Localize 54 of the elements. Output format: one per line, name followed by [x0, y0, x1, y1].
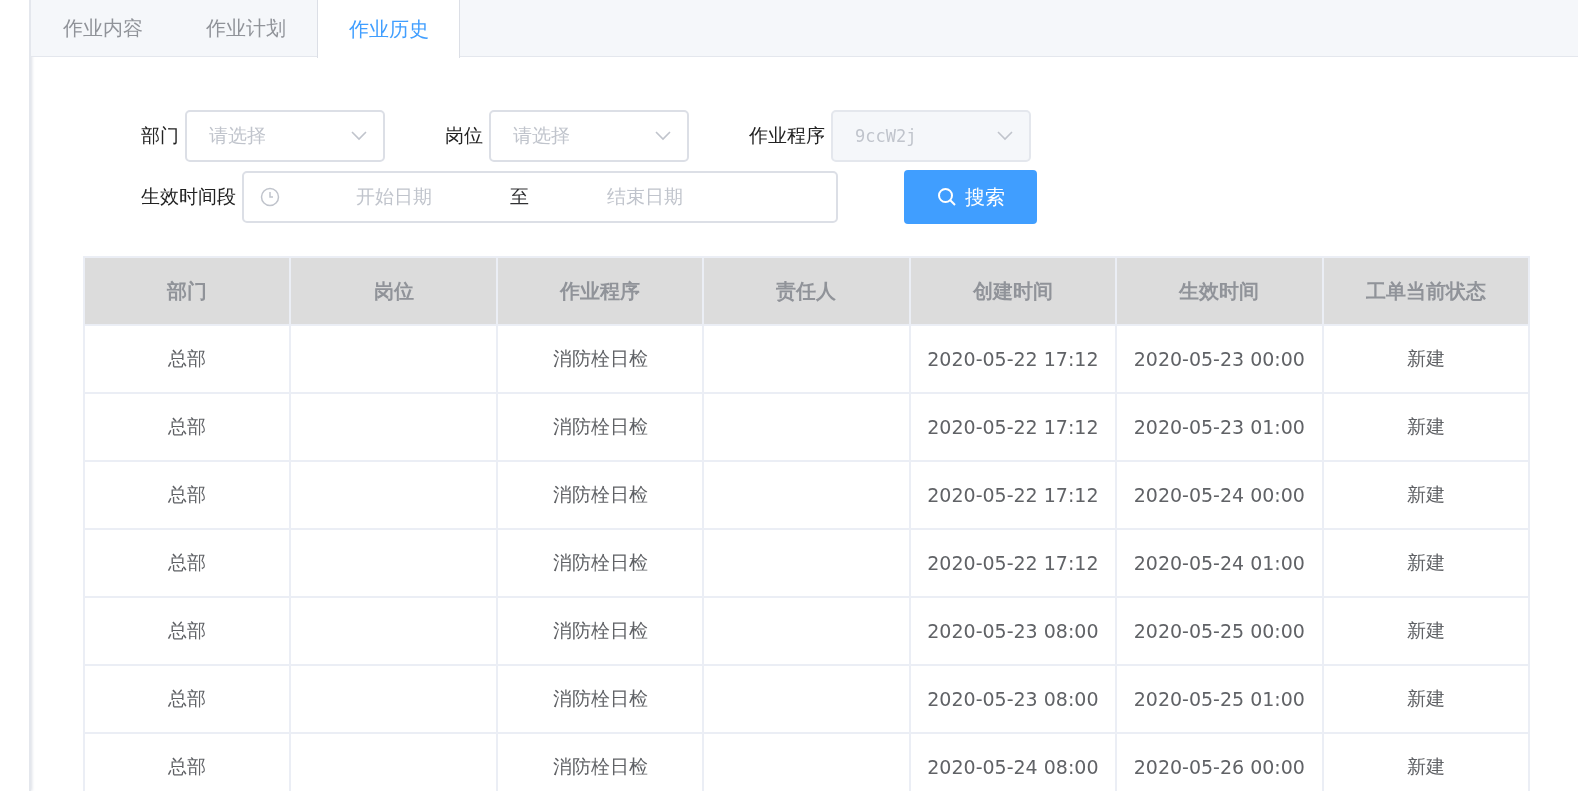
- select-field[interactable]: 请选择: [185, 110, 385, 162]
- table-cell: 消防栓日检: [496, 461, 704, 529]
- column-header: 岗位: [290, 257, 497, 325]
- chevron-down-icon: [351, 131, 367, 141]
- table-cell: 总部: [84, 325, 291, 393]
- table-cell: 总部: [84, 597, 291, 665]
- column-header: 生效时间: [1116, 257, 1323, 325]
- field-label: 作业程序: [749, 123, 825, 148]
- table-cell: 消防栓日检: [496, 665, 704, 733]
- table-cell: 2020-05-22 17:12: [909, 461, 1117, 529]
- column-header: 责任人: [703, 257, 910, 325]
- table-cell: 2020-05-22 17:12: [909, 393, 1117, 461]
- table-cell: 新建: [1322, 529, 1529, 597]
- table-cell: 2020-05-23 08:00: [909, 597, 1117, 665]
- select-field[interactable]: 请选择: [489, 110, 689, 162]
- column-header: 创建时间: [909, 257, 1117, 325]
- table-cell: 2020-05-24 00:00: [1116, 461, 1323, 529]
- column-header: 作业程序: [496, 257, 704, 325]
- chevron-down-icon: [997, 131, 1013, 141]
- table-cell: 新建: [1322, 665, 1529, 733]
- tab[interactable]: 作业历史: [317, 0, 460, 58]
- table-cell: 新建: [1322, 325, 1529, 393]
- table-cell: 2020-05-23 00:00: [1116, 325, 1323, 393]
- table-cell: 消防栓日检: [496, 529, 704, 597]
- table-cell: 消防栓日检: [496, 393, 704, 461]
- date-range-field[interactable]: 开始日期 至 结束日期: [242, 171, 838, 223]
- search-icon: [936, 187, 957, 207]
- table-cell: 2020-05-22 17:12: [909, 529, 1117, 597]
- table-cell: 2020-05-24 01:00: [1116, 529, 1323, 597]
- clock-icon: [260, 187, 280, 207]
- table-cell: 消防栓日检: [496, 325, 704, 393]
- table-cell: 总部: [84, 461, 291, 529]
- table-cell: 总部: [84, 733, 291, 791]
- table-cell: 新建: [1322, 461, 1529, 529]
- chevron-down-icon: [655, 131, 671, 141]
- tab[interactable]: 作业计划: [174, 0, 317, 57]
- table-cell: 新建: [1322, 597, 1529, 665]
- table-cell: 2020-05-22 17:12: [909, 325, 1117, 393]
- table-cell: 总部: [84, 393, 291, 461]
- table-cell: 2020-05-25 00:00: [1116, 597, 1323, 665]
- search-button[interactable]: 搜索: [904, 170, 1037, 224]
- field-label: 生效时间段: [141, 184, 236, 209]
- table-cell: 总部: [84, 665, 291, 733]
- table-cell: 新建: [1322, 393, 1529, 461]
- column-header: 部门: [84, 257, 291, 325]
- field-label: 岗位: [445, 123, 483, 148]
- table-cell: 2020-05-23 01:00: [1116, 393, 1323, 461]
- table-cell: 消防栓日检: [496, 597, 704, 665]
- table-cell: 2020-05-25 01:00: [1116, 665, 1323, 733]
- table-cell: 2020-05-23 08:00: [909, 665, 1117, 733]
- field-label: 部门: [141, 123, 179, 148]
- column-header: 工单当前状态: [1322, 257, 1529, 325]
- tab[interactable]: 作业内容: [31, 0, 174, 57]
- table-cell: 总部: [84, 529, 291, 597]
